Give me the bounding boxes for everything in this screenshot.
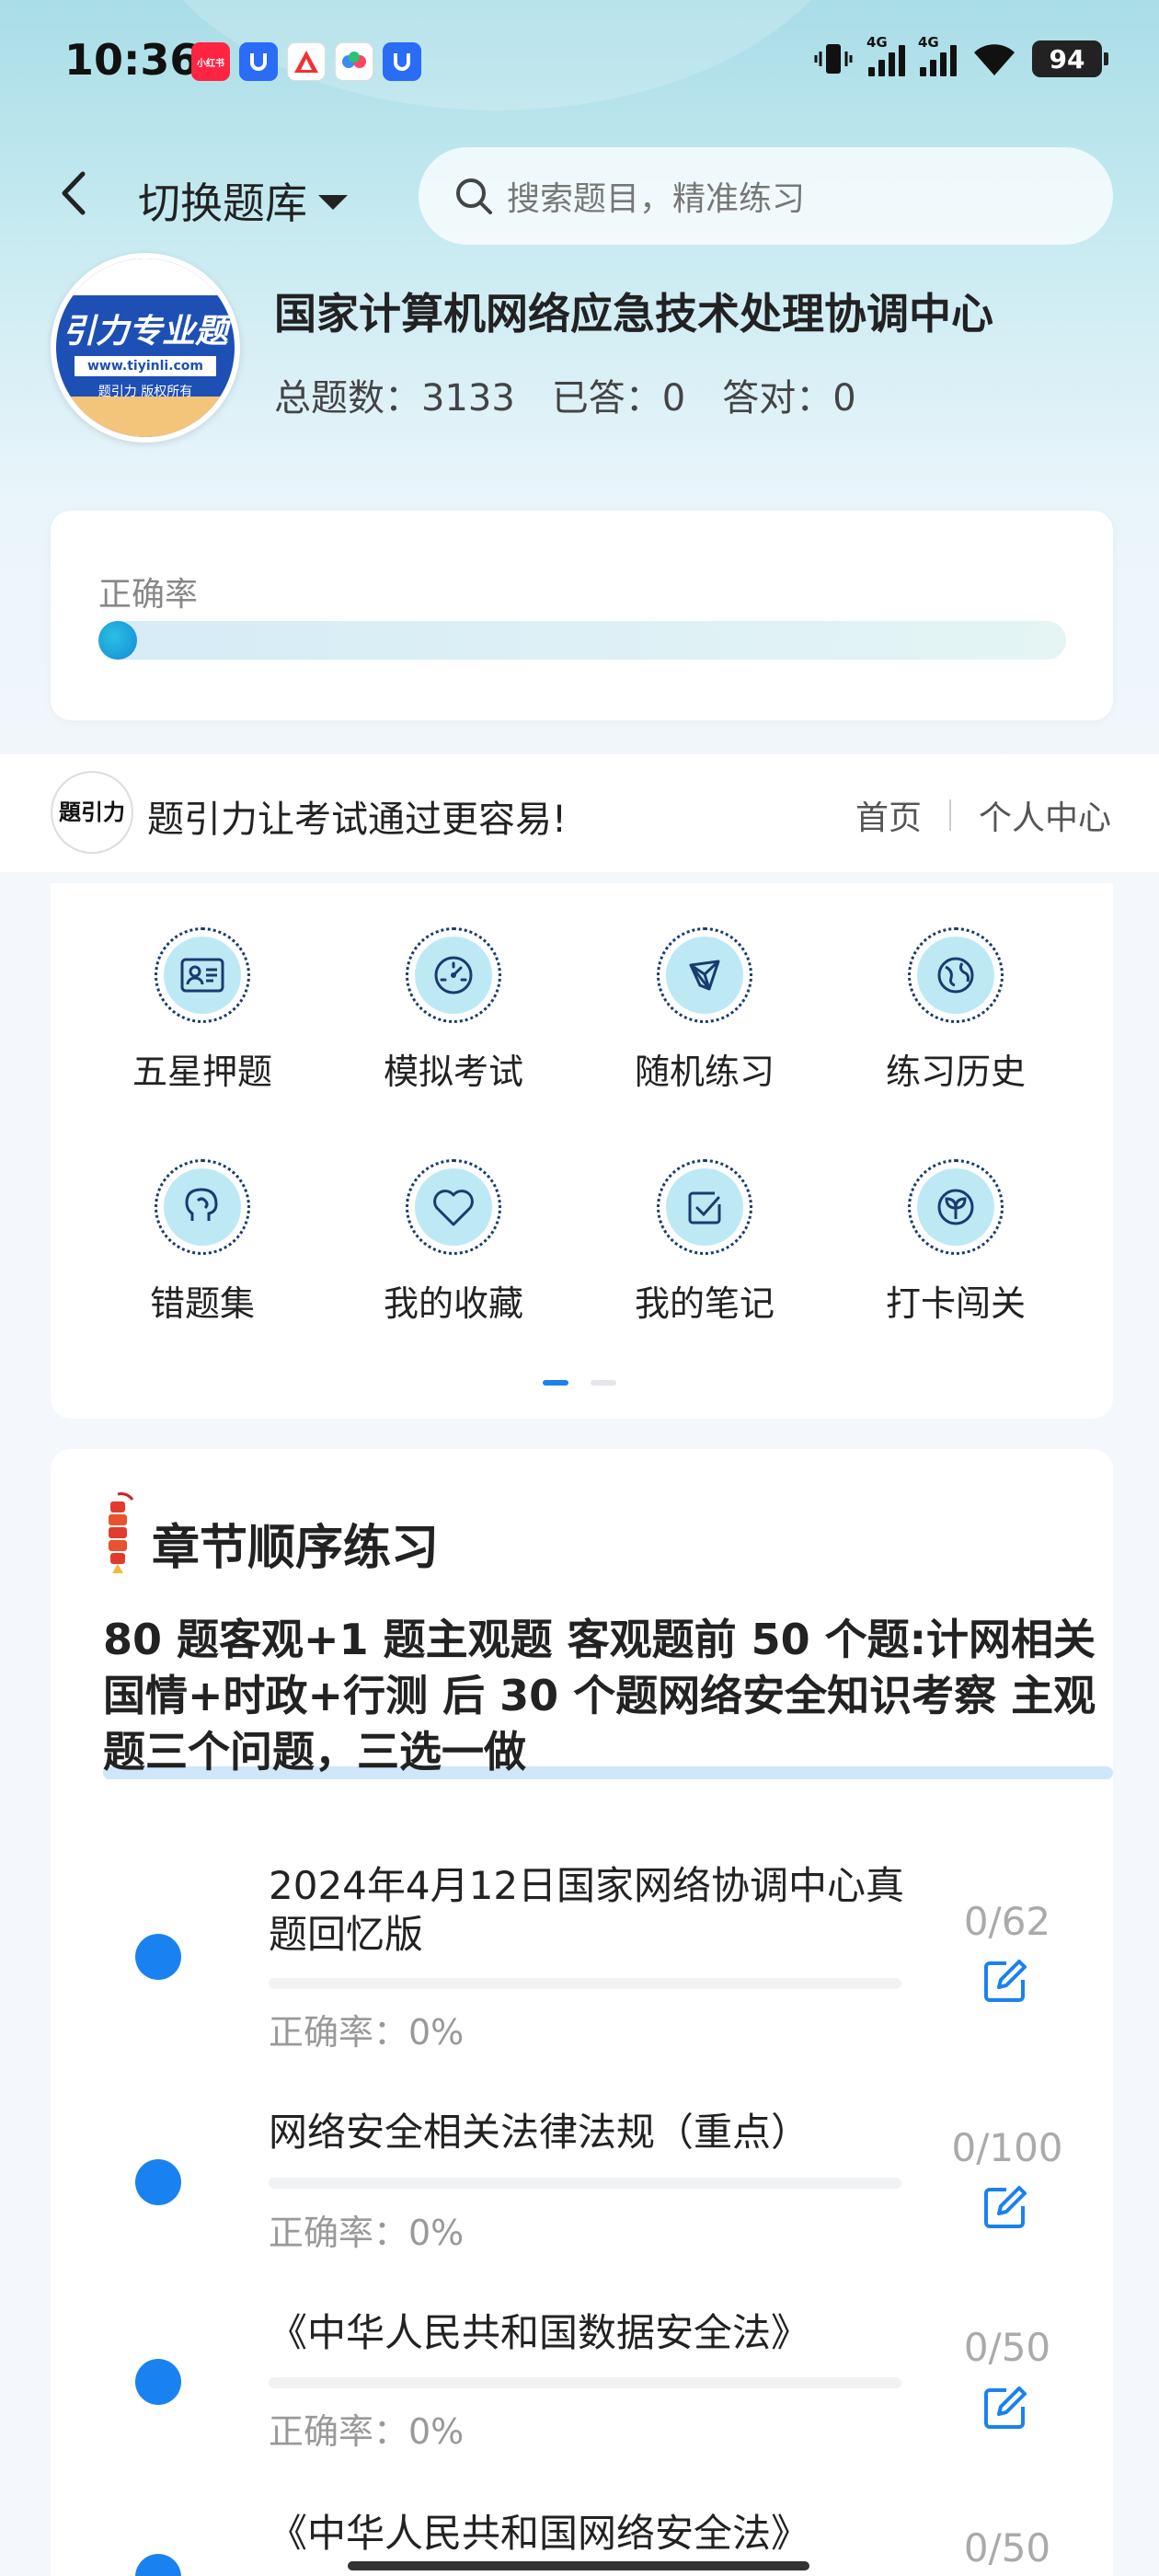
stat-total: 总题数：3133	[274, 377, 515, 420]
back-button[interactable]	[46, 166, 101, 221]
xiaohongshu-icon: 小红书	[191, 42, 230, 81]
accuracy-label: 正确率	[98, 576, 199, 614]
grid-label: 打卡闯关	[885, 1283, 1026, 1324]
bank-title: 国家计算机网络应急技术处理协调中心	[274, 289, 993, 339]
bank-stats: 总题数：3133 已答：0 答对：0	[274, 368, 856, 421]
bank-logo: 引力专业题 www.tiyinli.com 题引力 版权所有	[51, 253, 240, 443]
status-bar: 10:36 小红书 4G 4G 94	[0, 0, 1159, 120]
accuracy-card: 正确率	[51, 511, 1113, 720]
edit-icon[interactable]	[981, 1956, 1030, 2006]
link-home[interactable]: 首页	[855, 791, 922, 839]
caret-down-icon	[318, 195, 348, 210]
accuracy-progress-knob	[98, 621, 137, 660]
page-dot	[591, 1380, 616, 1386]
logo-title: 引力专业题	[62, 313, 228, 351]
feature-grid: 五星押题 模拟考试 随机练习 练习历史 错题集 我的收藏 我的笔记 打卡闯关	[51, 883, 1113, 1419]
app-u-icon-2	[383, 42, 421, 81]
chapter-item-bullet	[135, 1934, 181, 1980]
chapter-item-count: 0/62	[963, 1899, 1051, 1944]
edit-icon[interactable]	[981, 2383, 1030, 2432]
battery-icon: 94	[1032, 40, 1108, 77]
chapter-item-count: 0/50	[963, 2325, 1051, 2370]
search-icon	[456, 178, 492, 214]
home-indicator[interactable]	[348, 2561, 809, 2570]
notification-icons: 小红书	[191, 42, 421, 81]
chevron-left-icon	[62, 171, 86, 215]
app-u-icon	[239, 42, 278, 81]
network-icon	[689, 960, 720, 991]
chapter-item-bullet	[135, 2359, 181, 2405]
chapter-item-title[interactable]: 2024年4月12日国家网络协调中心真题回忆版	[269, 1862, 912, 1959]
grid-item-practice-history[interactable]: 练习历史	[864, 927, 1048, 1094]
chapter-item-accuracy: 正确率：0%	[269, 2411, 465, 2452]
firecracker-icon	[109, 1492, 134, 1573]
grid-item-five-star[interactable]: 五星押题	[110, 927, 294, 1094]
grid-label: 错题集	[149, 1283, 255, 1324]
vibrate-icon	[814, 44, 853, 74]
chapter-item-accuracy: 正确率：0%	[269, 2213, 465, 2253]
promo-slogan: 题引力让考试通过更容易!	[147, 799, 568, 841]
globe-icon	[937, 957, 974, 994]
divider	[948, 799, 951, 831]
grid-item-favorites[interactable]: 我的收藏	[361, 1159, 545, 1326]
brain-icon	[185, 1188, 218, 1221]
page-dot-active	[543, 1380, 568, 1386]
grid-label: 五星押题	[132, 1052, 272, 1092]
page-indicator	[543, 1380, 616, 1386]
signal-icon-2: 4G	[918, 34, 957, 76]
chapter-item-title[interactable]: 网络安全相关法律法规（重点）	[269, 2109, 912, 2157]
link-user-center[interactable]: 个人中心	[979, 791, 1111, 839]
grid-item-random-practice[interactable]: 随机练习	[613, 927, 797, 1094]
switch-bank-button[interactable]: 切换题库	[138, 170, 348, 231]
status-right: 4G 4G 94	[813, 34, 1108, 77]
promo-banner: 題引力 题引力让考试通过更容易! 首页 个人中心	[0, 754, 1159, 872]
id-card-icon	[180, 958, 224, 993]
wifi-icon	[974, 44, 1015, 75]
chapter-item-title[interactable]: 《中华人民共和国网络安全法》	[269, 2510, 912, 2559]
chapter-item-progress	[269, 1978, 901, 1989]
chapter-item-count: 0/50	[963, 2525, 1051, 2570]
grid-item-notes[interactable]: 我的笔记	[613, 1159, 797, 1326]
grid-item-checkin[interactable]: 打卡闯关	[864, 1159, 1048, 1326]
chapter-title: 章节顺序练习	[152, 1521, 440, 1576]
status-time: 10:36	[64, 35, 200, 85]
chapter-item-progress	[269, 2377, 901, 2388]
logo-url: www.tiyinli.com	[75, 356, 216, 376]
grid-label: 练习历史	[885, 1052, 1026, 1092]
promo-links: 首页 个人中心	[855, 791, 1111, 839]
app-triangle-icon	[287, 42, 326, 81]
grid-label: 随机练习	[634, 1052, 775, 1092]
switch-bank-label: 切换题库	[138, 178, 307, 228]
grid-item-wrong-questions[interactable]: 错题集	[110, 1159, 294, 1326]
grid-label: 我的笔记	[634, 1283, 775, 1324]
chapter-item-accuracy: 正确率：0%	[269, 2012, 465, 2053]
chapter-item-bullet	[135, 2159, 181, 2205]
brand-logo: 題引力	[51, 771, 133, 854]
note-check-icon	[688, 1191, 721, 1225]
chapter-item-progress	[269, 2178, 901, 2189]
sprout-icon	[937, 1189, 974, 1225]
heart-icon	[433, 1190, 474, 1226]
chapter-item-count: 0/100	[951, 2125, 1063, 2170]
gauge-icon	[434, 956, 473, 995]
grid-label: 我的收藏	[383, 1283, 523, 1324]
chapter-item-title[interactable]: 《中华人民共和国数据安全法》	[269, 2309, 912, 2358]
grid-item-mock-exam[interactable]: 模拟考试	[361, 927, 545, 1094]
app-cloud-icon	[335, 42, 373, 81]
chapter-description: 80 题客观+1 题主观题 客观题前 50 个题:计网相关国情+时政+行测 后 …	[103, 1615, 1096, 1777]
grid-label: 模拟考试	[383, 1052, 523, 1092]
signal-icon-1: 4G	[866, 34, 905, 76]
edit-icon[interactable]	[981, 2182, 1030, 2232]
search-input[interactable]: 搜索题目，精准练习	[419, 147, 1113, 245]
stat-correct: 答对：0	[722, 377, 856, 420]
accuracy-progress-track	[98, 621, 1066, 660]
search-placeholder: 搜索题目，精准练习	[507, 180, 806, 218]
stat-answered: 已答：0	[551, 377, 686, 420]
